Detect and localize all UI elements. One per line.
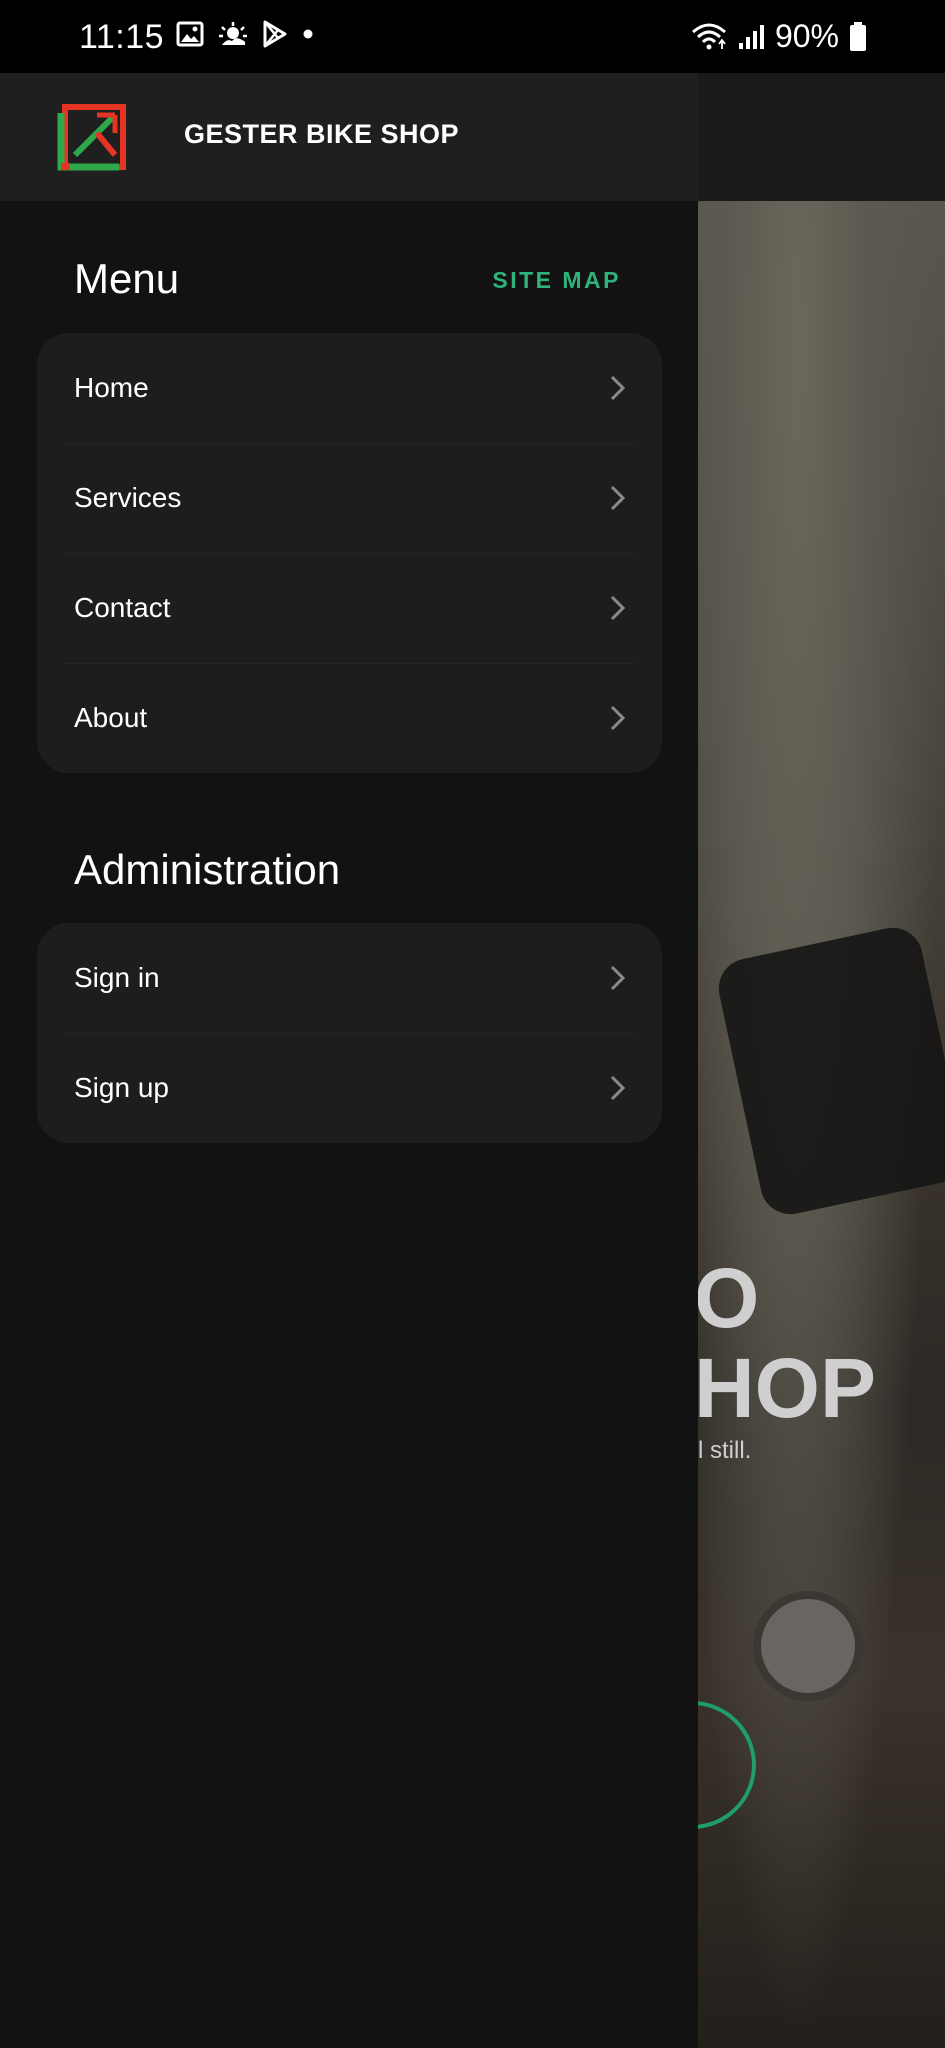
menu-item-about[interactable]: About	[37, 663, 662, 773]
chevron-right-icon	[610, 485, 626, 511]
drawer-header: GESTER BIKE SHOP	[0, 73, 698, 201]
chevron-right-icon	[610, 595, 626, 621]
navigation-drawer: GESTER BIKE SHOP Menu SITE MAP Home Serv…	[0, 73, 698, 2048]
menu-item-label: About	[74, 702, 148, 733]
menu-section-title: Menu	[74, 255, 180, 302]
hero-title-line2: HOP	[698, 1341, 877, 1435]
chevron-right-icon	[610, 375, 626, 401]
gallery-icon	[176, 21, 204, 47]
site-map-link[interactable]: SITE MAP	[492, 267, 621, 294]
logo-icon[interactable]	[57, 103, 127, 171]
chevron-right-icon	[610, 705, 626, 731]
battery-icon	[850, 21, 866, 51]
weather-icon	[219, 22, 247, 45]
background-header	[698, 73, 945, 201]
hero-subtitle: l still.	[698, 1437, 752, 1464]
menu-item-services[interactable]: Services	[37, 443, 662, 553]
chevron-right-icon	[610, 965, 626, 991]
hero-title-line1: O	[698, 1251, 760, 1345]
menu-item-home[interactable]: Home	[37, 333, 662, 443]
administration-section-title: Administration	[74, 846, 341, 893]
background-page[interactable]: O HOP l still.	[698, 73, 945, 2048]
menu-item-label: Contact	[74, 592, 171, 623]
brand-name[interactable]: GESTER BIKE SHOP	[184, 119, 459, 150]
hero-title: O HOP	[698, 1253, 876, 1433]
status-right: 90%	[691, 18, 867, 55]
menu-item-label: Sign in	[74, 962, 160, 993]
signal-icon	[738, 24, 764, 49]
hero-circle-button[interactable]	[698, 1701, 756, 1829]
wifi-icon	[691, 23, 726, 49]
chevron-right-icon	[610, 1075, 626, 1101]
menu-item-sign-up[interactable]: Sign up	[37, 1033, 662, 1143]
status-bar: 11:15 90%	[0, 0, 945, 73]
menu-item-label: Home	[74, 372, 149, 403]
administration-card: Sign in Sign up	[37, 923, 662, 1143]
notification-icons	[176, 20, 314, 48]
notification-dot-icon	[303, 29, 313, 39]
hero-image	[698, 201, 945, 2048]
pressure-gauge-shape	[753, 1591, 863, 1701]
play-store-icon	[263, 20, 287, 48]
menu-item-sign-in[interactable]: Sign in	[37, 923, 662, 1033]
menu-card: Home Services Contact About	[37, 333, 662, 773]
menu-item-label: Services	[74, 482, 182, 513]
battery-percentage: 90%	[774, 18, 839, 54]
status-time: 11:15	[79, 18, 165, 56]
menu-item-contact[interactable]: Contact	[37, 553, 662, 663]
menu-item-label: Sign up	[74, 1072, 169, 1103]
bike-frame-shape	[713, 922, 945, 1220]
